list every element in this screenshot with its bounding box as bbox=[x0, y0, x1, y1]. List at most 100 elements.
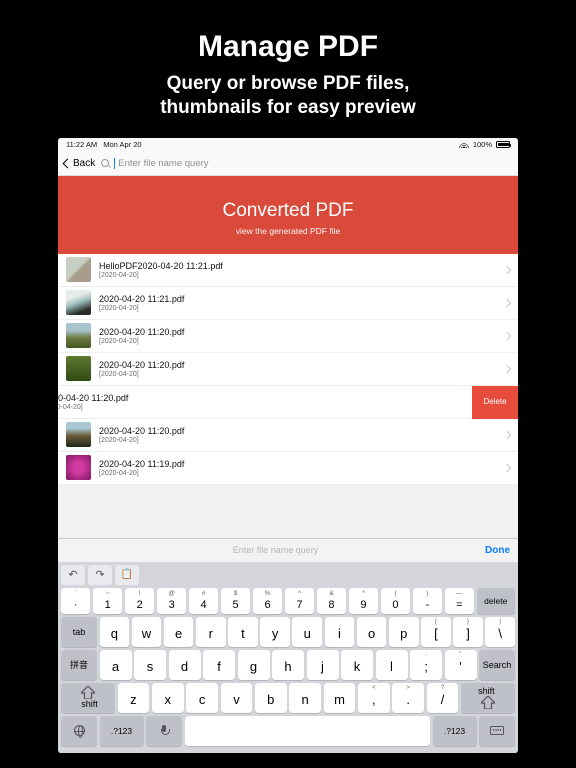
hero-subtitle: view the generated PDF file bbox=[68, 226, 508, 236]
key-k[interactable]: k bbox=[341, 650, 373, 680]
key-q[interactable]: q bbox=[100, 617, 130, 647]
key-symbol[interactable]: :; bbox=[410, 650, 442, 680]
key-symbol[interactable]: {[ bbox=[421, 617, 451, 647]
key-b[interactable]: b bbox=[255, 683, 287, 713]
file-row[interactable]: 2020-04-20 11:20.pdf [2020-04-20] bbox=[58, 320, 518, 353]
file-row[interactable]: 2020-04-20 11:21.pdf [2020-04-20] bbox=[58, 287, 518, 320]
key-a[interactable]: a bbox=[100, 650, 132, 680]
key-6[interactable]: %6 bbox=[253, 588, 282, 614]
key-symbol[interactable]: `· bbox=[61, 588, 90, 614]
key-h[interactable]: h bbox=[272, 650, 304, 680]
hero-banner: Converted PDF view the generated PDF fil… bbox=[58, 176, 518, 254]
key-g[interactable]: g bbox=[238, 650, 270, 680]
file-name: 2020-04-20 11:20.pdf bbox=[99, 426, 498, 436]
key-x[interactable]: x bbox=[152, 683, 184, 713]
chevron-right-icon bbox=[503, 463, 511, 471]
hero-title: Converted PDF bbox=[68, 200, 508, 222]
key-symbol[interactable]: |\ bbox=[485, 617, 515, 647]
key-7[interactable]: ^7 bbox=[285, 588, 314, 614]
file-thumbnail bbox=[66, 323, 91, 348]
shift-key-left[interactable]: shift bbox=[61, 683, 115, 713]
file-date: [2020-04-20] bbox=[99, 470, 498, 477]
key-symbol[interactable]: "' bbox=[445, 650, 477, 680]
chevron-right-icon bbox=[503, 430, 511, 438]
mic-key[interactable] bbox=[146, 716, 182, 746]
chevron-right-icon bbox=[503, 331, 511, 339]
key-symbol[interactable]: <, bbox=[358, 683, 390, 713]
key-y[interactable]: y bbox=[260, 617, 290, 647]
symbols-key[interactable]: .?123 bbox=[100, 716, 144, 746]
battery-pct: 100% bbox=[473, 140, 492, 149]
key-j[interactable]: j bbox=[307, 650, 339, 680]
battery-icon bbox=[496, 141, 510, 148]
key-n[interactable]: n bbox=[289, 683, 321, 713]
key-f[interactable]: f bbox=[203, 650, 235, 680]
file-row[interactable]: HelloPDF2020-04-20 11:21.pdf [2020-04-20… bbox=[58, 254, 518, 287]
search-input[interactable]: Enter file name query bbox=[101, 158, 512, 169]
file-name: 2020-04-20 11:21.pdf bbox=[99, 294, 498, 304]
key-symbol[interactable]: ?/ bbox=[427, 683, 459, 713]
key-t[interactable]: t bbox=[228, 617, 258, 647]
globe-icon bbox=[74, 725, 85, 736]
mic-icon bbox=[159, 725, 169, 737]
shift-key-right[interactable]: shift bbox=[461, 683, 515, 713]
clipboard-button[interactable]: 📋 bbox=[115, 565, 139, 585]
file-row[interactable]: 2020-04-20 11:20.pdf [2020-04-20] bbox=[58, 419, 518, 452]
key-symbol[interactable]: >. bbox=[392, 683, 424, 713]
key-m[interactable]: m bbox=[324, 683, 356, 713]
key-9[interactable]: *9 bbox=[349, 588, 378, 614]
file-name: 2020-04-20 11:20.pdf bbox=[99, 360, 498, 370]
key-4[interactable]: #4 bbox=[189, 588, 218, 614]
key-i[interactable]: i bbox=[325, 617, 355, 647]
suggestion-bar: ↶ ↷ 📋 bbox=[61, 565, 515, 585]
key-1[interactable]: ~1 bbox=[93, 588, 122, 614]
file-row[interactable]: 2020-04-20 11:19.pdf [2020-04-20] bbox=[58, 452, 518, 485]
chevron-right-icon bbox=[503, 298, 511, 306]
key-e[interactable]: e bbox=[164, 617, 194, 647]
key-o[interactable]: o bbox=[357, 617, 387, 647]
dismiss-keyboard-key[interactable] bbox=[479, 716, 515, 746]
key-symbol[interactable]: )- bbox=[413, 588, 442, 614]
key-symbol[interactable]: }] bbox=[453, 617, 483, 647]
symbols-key-right[interactable]: .?123 bbox=[433, 716, 477, 746]
pinyin-key[interactable]: 拼音 bbox=[61, 650, 97, 680]
promo-title: Manage PDF bbox=[20, 30, 556, 64]
tab-key[interactable]: tab bbox=[61, 617, 97, 647]
kb-placeholder: Enter file name query bbox=[66, 545, 485, 555]
key-row-function: .?123 .?123 bbox=[61, 716, 515, 746]
key-0[interactable]: (0 bbox=[381, 588, 410, 614]
key-2[interactable]: !2 bbox=[125, 588, 154, 614]
key-z[interactable]: z bbox=[118, 683, 150, 713]
key-5[interactable]: $5 bbox=[221, 588, 250, 614]
file-date: [2020-04-20] bbox=[99, 437, 498, 444]
undo-button[interactable]: ↶ bbox=[61, 565, 85, 585]
key-s[interactable]: s bbox=[134, 650, 166, 680]
delete-button[interactable]: Delete bbox=[472, 386, 518, 419]
space-key[interactable] bbox=[185, 716, 431, 746]
file-name: 2020-04-20 11:20.pdf bbox=[99, 327, 498, 337]
key-symbol[interactable]: —= bbox=[445, 588, 474, 614]
delete-key[interactable]: delete bbox=[477, 588, 515, 614]
globe-key[interactable] bbox=[61, 716, 97, 746]
file-row[interactable]: 2020-04-20 11:20.pdf [2020-04-20] bbox=[58, 353, 518, 386]
key-c[interactable]: c bbox=[186, 683, 218, 713]
file-row[interactable]: 2020-04-20 11:20.pdf [2020-04-20] bbox=[58, 386, 472, 419]
search-placeholder: Enter file name query bbox=[118, 158, 208, 169]
keyboard: ↶ ↷ 📋 `· ~1 !2 @3 #4 $5 %6 ^7 &8 *9 (0 )… bbox=[58, 562, 518, 753]
key-v[interactable]: v bbox=[221, 683, 253, 713]
key-3[interactable]: @3 bbox=[157, 588, 186, 614]
done-button[interactable]: Done bbox=[485, 545, 510, 556]
back-button[interactable]: Back bbox=[64, 158, 95, 169]
search-key[interactable]: Search bbox=[479, 650, 515, 680]
key-w[interactable]: w bbox=[132, 617, 162, 647]
redo-button[interactable]: ↷ bbox=[88, 565, 112, 585]
key-u[interactable]: u bbox=[292, 617, 322, 647]
chevron-right-icon bbox=[503, 364, 511, 372]
file-date: [2020-04-20] bbox=[58, 404, 464, 411]
file-list: HelloPDF2020-04-20 11:21.pdf [2020-04-20… bbox=[58, 254, 518, 485]
key-l[interactable]: l bbox=[376, 650, 408, 680]
key-p[interactable]: p bbox=[389, 617, 419, 647]
key-8[interactable]: &8 bbox=[317, 588, 346, 614]
key-d[interactable]: d bbox=[169, 650, 201, 680]
key-r[interactable]: r bbox=[196, 617, 226, 647]
